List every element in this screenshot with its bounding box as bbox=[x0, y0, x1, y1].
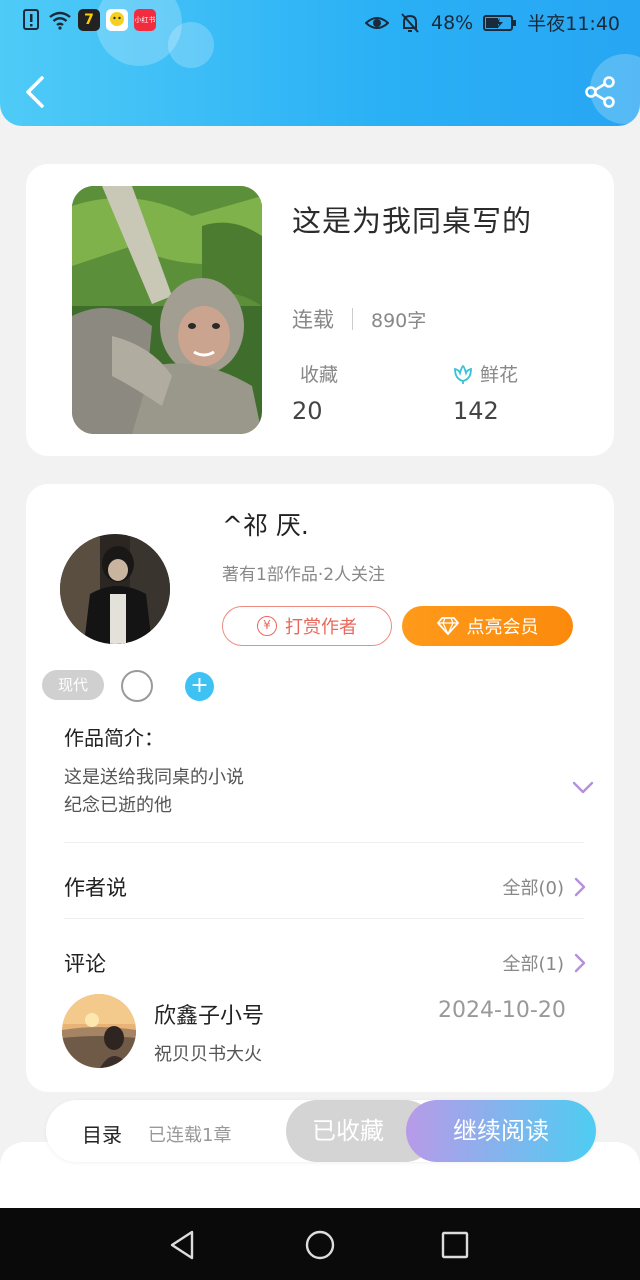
favorites-count: 20 bbox=[292, 397, 323, 425]
book-cover[interactable] bbox=[72, 186, 262, 434]
commenter-name[interactable]: 欣鑫子小号 bbox=[154, 998, 264, 1030]
wifi-icon bbox=[49, 11, 71, 30]
word-count: 890字 bbox=[371, 309, 427, 332]
battery-charging-icon bbox=[483, 14, 517, 31]
chevron-down-icon[interactable] bbox=[571, 780, 595, 796]
intro-text: 这是送给我同桌的小说 纪念已逝的他 bbox=[64, 764, 244, 820]
book-title: 这是为我同桌写的 bbox=[292, 204, 533, 238]
xiaohongshu-icon: 小红书 bbox=[134, 9, 156, 31]
warning-icon bbox=[23, 9, 39, 30]
eye-icon bbox=[365, 16, 389, 29]
intro-line: 纪念已逝的他 bbox=[64, 795, 172, 816]
nav-back-icon[interactable] bbox=[166, 1228, 200, 1262]
flowers-label: 鲜花 bbox=[480, 364, 519, 386]
tip-author-label: 打赏作者 bbox=[285, 617, 357, 638]
diamond-icon bbox=[436, 617, 459, 635]
author-meta: 著有1部作品·2人关注 bbox=[222, 565, 386, 585]
back-button[interactable] bbox=[18, 72, 54, 112]
yen-coin-icon: ¥ bbox=[257, 616, 277, 636]
author-avatar[interactable] bbox=[60, 534, 170, 644]
serial-status: 连载 bbox=[292, 308, 334, 332]
favorites-label: 收藏 bbox=[300, 364, 339, 386]
book-info-card: 这是为我同桌写的 连载 890字 收藏 20 鲜花 142 bbox=[26, 164, 614, 456]
top-header: 7 小红书 48% 半夜11:40 bbox=[0, 0, 640, 126]
comment-date: 2024-10-20 bbox=[438, 998, 566, 1023]
clock: 半夜11:40 bbox=[527, 13, 620, 35]
empty-tag-circle[interactable] bbox=[121, 670, 153, 702]
author-name[interactable]: ^祁 厌. bbox=[222, 506, 309, 542]
genre-tag[interactable]: 现代 bbox=[42, 670, 104, 700]
app-chat-icon bbox=[106, 9, 128, 31]
divider bbox=[352, 308, 353, 330]
commenter-avatar[interactable] bbox=[62, 994, 136, 1068]
author-says-all-link[interactable]: 全部(0) bbox=[503, 874, 587, 900]
comments-label: 评论 bbox=[64, 952, 106, 976]
comments-count: 全部(1) bbox=[502, 954, 565, 975]
add-tag-button[interactable]: + bbox=[185, 672, 214, 701]
battery-percent: 48% bbox=[431, 11, 474, 34]
share-icon[interactable] bbox=[582, 74, 618, 110]
toc-button[interactable]: 目录 bbox=[82, 1119, 122, 1148]
details-card: ^祁 厌. 著有1部作品·2人关注 ¥ 打赏作者 点亮会员 现代 + 作品简介：… bbox=[26, 484, 614, 1092]
chevron-right-icon bbox=[574, 953, 586, 973]
intro-heading: 作品简介： bbox=[64, 726, 164, 750]
flowers-count: 142 bbox=[453, 397, 499, 425]
divider bbox=[64, 918, 584, 919]
system-nav-bar bbox=[0, 1208, 640, 1280]
status-bar: 7 小红书 48% 半夜11:40 bbox=[0, 0, 640, 44]
tip-author-button[interactable]: ¥ 打赏作者 bbox=[222, 606, 392, 646]
author-says-count: 全部(0) bbox=[502, 878, 565, 899]
chevron-right-icon bbox=[574, 877, 586, 897]
flower-icon bbox=[454, 364, 472, 384]
vip-label: 点亮会员 bbox=[466, 617, 539, 638]
book-status-row: 连载 890字 bbox=[292, 304, 426, 334]
bottom-action-bar: 目录 已连载1章 已收藏 继续阅读 bbox=[46, 1100, 596, 1162]
flowers-stat[interactable]: 鲜花 bbox=[452, 360, 518, 387]
nav-recents-icon[interactable] bbox=[438, 1228, 472, 1262]
intro-line: 这是送给我同桌的小说 bbox=[64, 767, 244, 788]
bell-off-icon bbox=[401, 12, 419, 33]
nav-home-icon[interactable] bbox=[303, 1228, 337, 1262]
comments-all-link[interactable]: 全部(1) bbox=[503, 950, 587, 976]
continue-reading-button[interactable]: 继续阅读 bbox=[406, 1100, 596, 1162]
app-7-icon: 7 bbox=[78, 9, 100, 31]
comment-text: 祝贝贝书大火 bbox=[154, 1044, 262, 1065]
divider bbox=[64, 842, 584, 843]
author-says-label: 作者说 bbox=[64, 876, 127, 900]
toc-status: 已连载1章 bbox=[148, 1125, 232, 1146]
vip-button[interactable]: 点亮会员 bbox=[402, 606, 573, 646]
